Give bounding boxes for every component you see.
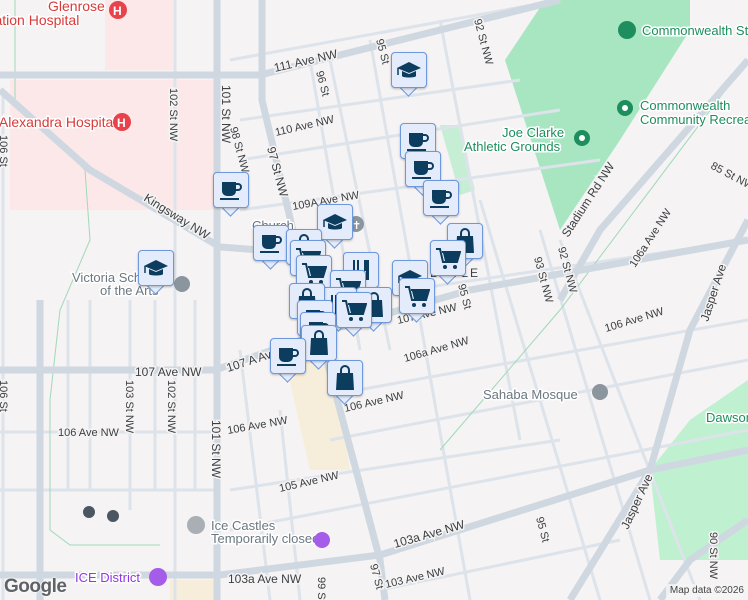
svg-text:H: H xyxy=(113,4,122,18)
map-attribution[interactable]: Map data ©2026 xyxy=(665,584,748,597)
transit-icon[interactable] xyxy=(107,510,119,522)
stadium-icon xyxy=(618,21,636,39)
street-label: 90 St NW xyxy=(707,532,719,580)
place-marker[interactable] xyxy=(138,250,174,295)
coffee-icon xyxy=(411,158,435,180)
graduation-cap-icon xyxy=(396,60,422,80)
coffee-icon xyxy=(406,130,430,152)
school-icon xyxy=(174,276,190,292)
shopping-cart-icon xyxy=(301,261,327,285)
street-label: Jasper Ave xyxy=(698,262,730,323)
svg-text:H: H xyxy=(117,116,126,130)
poi-dawson[interactable]: Dawson Park xyxy=(705,409,748,427)
marker-box xyxy=(138,250,174,286)
place-marker[interactable] xyxy=(327,360,363,405)
poi-ice-district[interactable]: ICE District xyxy=(74,568,167,587)
marker-box xyxy=(213,172,249,208)
google-logo[interactable]: Google xyxy=(4,576,67,598)
poi-label: Commonwealth Stadium xyxy=(642,23,748,38)
svg-text:✝: ✝ xyxy=(352,220,361,232)
street-label: 99 St xyxy=(315,577,327,600)
hospital-area xyxy=(175,145,215,210)
shopping-cart-icon xyxy=(341,298,367,322)
poi-label: Dawson Park xyxy=(706,410,748,425)
street-label: 107 Ave NW xyxy=(135,365,202,379)
poi-label: ICE District xyxy=(75,570,140,585)
marker-box xyxy=(336,292,372,328)
camera-icon xyxy=(187,516,205,534)
place-marker[interactable] xyxy=(423,180,459,225)
street-label: 92 St NW xyxy=(471,18,495,67)
marker-box xyxy=(301,325,337,361)
museum-icon[interactable] xyxy=(314,532,330,548)
marker-box xyxy=(270,338,306,374)
street-label: 106a Ave NW xyxy=(403,335,471,365)
street-label: 106 Ave NW xyxy=(603,305,665,334)
coffee-icon xyxy=(429,187,453,209)
shopping-bag-icon xyxy=(334,365,356,391)
poi-label: Community Recreation Centre xyxy=(640,112,748,127)
place-marker[interactable] xyxy=(399,278,435,323)
graduation-cap-icon xyxy=(322,212,348,232)
poi-alexandra[interactable]: Royal Alexandra Hospital H xyxy=(0,113,131,132)
street-label: 106 St xyxy=(0,380,9,412)
marker-box xyxy=(317,204,353,240)
camera-icon xyxy=(149,568,167,586)
poi-label: Royal Alexandra Hospital xyxy=(0,114,116,130)
poi-label: Athletic Grounds xyxy=(464,139,561,154)
street-label: 106 St xyxy=(0,135,9,167)
street-label: 106 Ave NW xyxy=(226,414,289,437)
mosque-icon xyxy=(592,384,608,400)
shopping-bag-icon xyxy=(308,330,330,356)
marker-box xyxy=(423,180,459,216)
shopping-cart-icon xyxy=(435,246,461,270)
street-label: 106 Ave NW xyxy=(58,427,120,439)
graduation-cap-icon xyxy=(143,258,169,278)
street-label: 85 St NW xyxy=(709,160,748,193)
street-label: 101 St NW xyxy=(209,420,223,479)
coffee-icon xyxy=(276,345,300,367)
street-label: 102 St NW xyxy=(167,88,179,142)
place-marker[interactable] xyxy=(213,172,249,217)
poi-status: Temporarily closed xyxy=(211,531,319,546)
street-label: 102 St NW xyxy=(165,380,177,434)
marker-box xyxy=(399,278,435,314)
coffee-icon xyxy=(259,232,283,254)
poi-label: Commonwealth xyxy=(640,98,730,113)
commercial-area xyxy=(170,580,220,600)
marker-box xyxy=(327,360,363,396)
poi-label: Sahaba Mosque xyxy=(483,387,578,402)
coffee-icon xyxy=(219,179,243,201)
place-marker[interactable] xyxy=(270,338,306,383)
poi-ice-castles[interactable]: Ice Castles Temporarily closed xyxy=(187,516,321,548)
transit-icon[interactable] xyxy=(83,506,95,518)
street-label: 103a Ave NW xyxy=(228,572,302,586)
poi-label: Joe Clarke xyxy=(502,125,564,140)
poi-label: Rehabilitation Hospital xyxy=(0,12,79,28)
place-marker[interactable] xyxy=(253,225,289,270)
place-marker[interactable] xyxy=(336,292,372,337)
street-label: 103 Ave NW xyxy=(384,565,447,591)
marker-box xyxy=(253,225,289,261)
place-marker[interactable] xyxy=(391,52,427,97)
place-marker[interactable] xyxy=(430,240,466,285)
street-label: 95 St xyxy=(533,516,551,544)
street-label: 103 St NW xyxy=(123,380,135,434)
shopping-cart-icon xyxy=(404,284,430,308)
marker-box xyxy=(430,240,466,276)
marker-box xyxy=(391,52,427,88)
street-label: 98 St NW xyxy=(227,126,251,175)
street-label: 110 Ave NW xyxy=(274,114,336,139)
